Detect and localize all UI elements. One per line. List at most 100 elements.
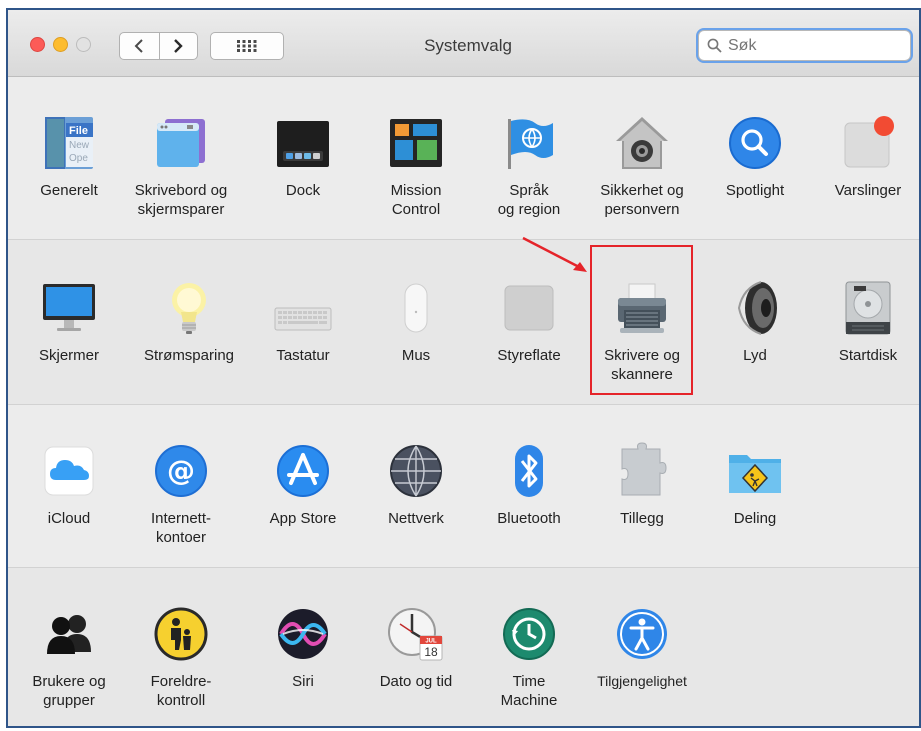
parental-icon	[151, 604, 211, 664]
desktop-icon	[151, 113, 211, 173]
pane-label: Dock	[285, 182, 321, 199]
zoom-button[interactable]	[76, 37, 91, 52]
trackpad-icon	[499, 278, 559, 338]
cloud-icon	[39, 441, 99, 501]
speaker-icon	[725, 278, 785, 338]
pane-label: Startdisk	[838, 347, 898, 364]
pane-app-store[interactable]: App Store	[247, 441, 359, 528]
chevron-right-icon	[174, 39, 183, 53]
users-icon	[39, 604, 99, 664]
pane-label: Brukere og grupper	[32, 673, 106, 709]
house-lock-icon	[612, 113, 672, 173]
pane-label: Språk og region	[497, 182, 561, 218]
annotation-arrow-icon	[522, 236, 587, 272]
sharing-folder-icon	[725, 441, 785, 501]
time-machine-icon	[499, 604, 559, 664]
pane-deling[interactable]: Deling	[699, 441, 811, 528]
pane-tilgjengelighet[interactable]: Tilgjengelighet	[586, 604, 698, 691]
back-button[interactable]	[120, 33, 159, 59]
pane-skjermer[interactable]: Skjermer	[13, 278, 125, 365]
pane-label: iCloud	[47, 510, 91, 527]
pane-label: Tillegg	[620, 510, 664, 527]
pane-time-machine[interactable]: Time Machine	[473, 604, 585, 710]
chevron-left-icon	[134, 39, 143, 53]
pane-foreldrekontroll[interactable]: Foreldre- kontroll	[125, 604, 237, 710]
mission-control-icon	[386, 113, 446, 173]
svg-text:New: New	[69, 140, 90, 151]
general-icon: File New Ope	[39, 113, 99, 173]
section-hardware: Skjermer Strømsparing Tastatur Mus Styre…	[8, 240, 919, 405]
pane-internettkontoer[interactable]: @ Internett- kontoer	[125, 441, 237, 547]
pane-label: Lyd	[743, 347, 767, 364]
pane-sprak[interactable]: Språk og region	[473, 113, 585, 219]
pane-label: App Store	[269, 510, 337, 527]
keyboard-icon	[273, 278, 333, 338]
pane-label: Tastatur	[276, 347, 330, 364]
title-bar: Systemvalg	[8, 10, 919, 77]
pane-siri[interactable]: Siri	[247, 604, 359, 691]
disk-icon	[838, 278, 898, 338]
pane-label: Dato og tid	[379, 673, 453, 690]
pane-sikkerhet[interactable]: Sikkerhet og personvern	[586, 113, 698, 219]
at-icon: @	[151, 441, 211, 501]
section-internet: iCloud @ Internett- kontoer App Store Ne…	[8, 405, 919, 568]
pane-label: Styreflate	[497, 347, 561, 364]
pane-label: Nettverk	[388, 510, 444, 527]
pane-label: Skrivebord og skjermsparer	[134, 182, 228, 218]
pane-icloud[interactable]: iCloud	[13, 441, 125, 528]
pane-label: Internett- kontoer	[150, 510, 212, 546]
app-store-icon	[273, 441, 333, 501]
svg-text:Ope: Ope	[69, 153, 88, 164]
flag-globe-icon	[499, 113, 559, 173]
pane-tastatur[interactable]: Tastatur	[247, 278, 359, 365]
pane-label: Generelt	[40, 182, 98, 199]
pane-spotlight[interactable]: Spotlight	[699, 113, 811, 200]
minimize-button[interactable]	[53, 37, 68, 52]
search-field[interactable]	[698, 30, 911, 61]
pane-bluetooth[interactable]: Bluetooth	[473, 441, 585, 528]
navigation-buttons	[119, 32, 198, 60]
pane-varslinger[interactable]: Varslinger	[812, 113, 919, 200]
mouse-icon	[386, 278, 446, 338]
svg-text:File: File	[69, 125, 88, 137]
forward-button[interactable]	[158, 33, 198, 59]
pane-label: Deling	[733, 510, 777, 527]
pane-dock[interactable]: Dock	[247, 113, 359, 200]
svg-text:18: 18	[424, 645, 438, 659]
pane-label: Varslinger	[834, 182, 902, 199]
pane-tillegg[interactable]: Tillegg	[586, 441, 698, 528]
pane-label: Foreldre- kontroll	[150, 673, 212, 709]
pane-startdisk[interactable]: Startdisk	[812, 278, 919, 365]
pane-mission-control[interactable]: Mission Control	[360, 113, 472, 219]
system-preferences-window: Systemvalg File New Ope Generelt	[6, 8, 921, 728]
pane-stromsparing[interactable]: Strømsparing	[133, 278, 245, 365]
pane-generelt[interactable]: File New Ope Generelt	[13, 113, 125, 200]
pane-styreflate[interactable]: Styreflate	[473, 278, 585, 365]
pane-label: Time Machine	[500, 673, 558, 709]
close-button[interactable]	[30, 37, 45, 52]
puzzle-icon	[612, 441, 672, 501]
pane-skrivebord[interactable]: Skrivebord og skjermsparer	[125, 113, 237, 219]
window-title: Systemvalg	[424, 36, 512, 55]
grid-icon	[237, 40, 257, 52]
highlight-box	[590, 245, 693, 395]
bluetooth-icon	[499, 441, 559, 501]
pane-lyd[interactable]: Lyd	[699, 278, 811, 365]
pane-label: Sikkerhet og personvern	[600, 182, 684, 218]
pane-label: Spotlight	[725, 182, 785, 199]
show-all-button[interactable]	[210, 32, 284, 60]
pane-label: Mus	[401, 347, 431, 364]
pane-label: Strømsparing	[143, 347, 235, 364]
bulb-icon	[159, 278, 219, 338]
accessibility-icon	[612, 604, 672, 664]
search-input[interactable]	[728, 36, 898, 55]
display-icon	[39, 278, 99, 338]
pane-label: Siri	[292, 673, 314, 690]
spotlight-icon	[725, 113, 785, 173]
section-system: Brukere og grupper Foreldre- kontroll Si…	[8, 568, 919, 726]
pane-brukere[interactable]: Brukere og grupper	[13, 604, 125, 710]
pane-dato-og-tid[interactable]: JUL 18 Dato og tid	[360, 604, 472, 691]
pane-nettverk[interactable]: Nettverk	[360, 441, 472, 528]
pane-label: Bluetooth	[497, 510, 561, 527]
pane-mus[interactable]: Mus	[360, 278, 472, 365]
